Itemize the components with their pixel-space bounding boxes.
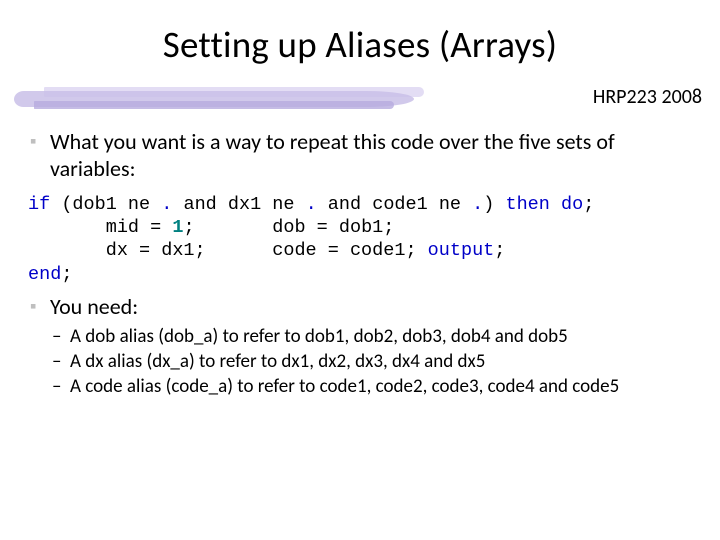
brush-stroke-icon <box>14 87 414 109</box>
list-item: A code alias (code_a) to refer to code1,… <box>52 375 690 398</box>
sub-list: A dob alias (dob_a) to refer to dob1, do… <box>52 325 690 399</box>
list-item: A dob alias (dob_a) to refer to dob1, do… <box>52 325 690 348</box>
code-block: if (dob1 ne . and dx1 ne . and code1 ne … <box>28 193 690 286</box>
bullet-lead: What you want is a way to repeat this co… <box>30 129 690 183</box>
bullet-need: You need: <box>30 294 690 321</box>
list-item: A dx alias (dx_a) to refer to dx1, dx2, … <box>52 350 690 373</box>
slide-body: What you want is a way to repeat this co… <box>0 117 720 398</box>
slide-title: Setting up Aliases (Arrays) <box>0 0 720 67</box>
divider-row: HRP223 2008 <box>0 81 720 117</box>
course-tag: HRP223 2008 <box>593 85 702 109</box>
